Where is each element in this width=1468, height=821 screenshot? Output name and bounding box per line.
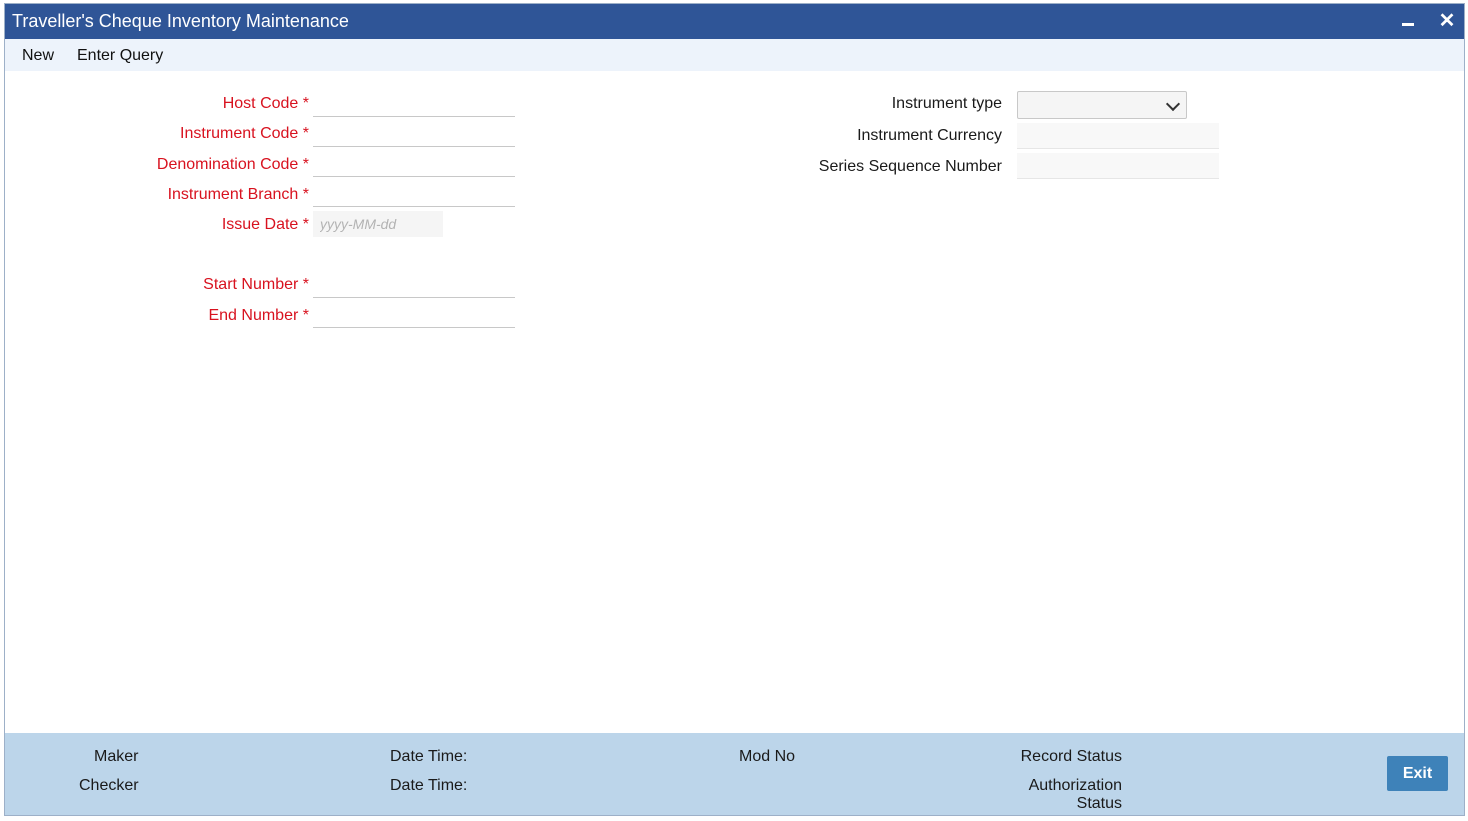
end-number-input[interactable] — [313, 302, 515, 328]
end-number-label: End Number * — [208, 307, 309, 324]
start-number-input[interactable] — [313, 272, 515, 298]
host-code-label: Host Code * — [222, 95, 309, 112]
audit-footer: Maker Checker Date Time: Date Time: Mod … — [5, 733, 1464, 815]
close-icon[interactable]: ✕ — [1436, 9, 1458, 33]
authorization-status-label-line1: Authorization — [1028, 777, 1122, 794]
required-mark: * — [302, 125, 309, 142]
instrument-type-select[interactable] — [1017, 91, 1187, 119]
maker-label: Maker — [94, 748, 139, 765]
start-number-label: Start Number * — [203, 276, 309, 293]
minimize-icon[interactable] — [1397, 9, 1419, 33]
required-mark: * — [302, 276, 309, 293]
toolbar: New Enter Query — [5, 39, 1464, 71]
instrument-type-label: Instrument type — [891, 95, 1002, 112]
authorization-status-label-line2: Status — [1076, 795, 1122, 812]
required-mark: * — [302, 186, 309, 203]
required-mark: * — [302, 95, 309, 112]
denomination-code-input[interactable] — [313, 151, 515, 177]
maker-date-time-label: Date Time: — [390, 748, 468, 765]
maintenance-window: Traveller's Cheque Inventory Maintenance… — [4, 3, 1465, 816]
checker-label: Checker — [79, 777, 139, 794]
instrument-code-label: Instrument Code * — [180, 125, 309, 142]
mod-no-label: Mod No — [739, 748, 796, 765]
new-button[interactable]: New — [22, 47, 54, 65]
issue-date-input[interactable] — [313, 211, 443, 237]
required-mark: * — [302, 307, 309, 324]
required-mark: * — [302, 216, 309, 233]
host-code-input[interactable] — [313, 91, 515, 117]
instrument-currency-label: Instrument Currency — [857, 127, 1002, 144]
series-sequence-number-input[interactable] — [1017, 153, 1219, 179]
exit-button[interactable]: Exit — [1387, 756, 1448, 791]
instrument-code-input[interactable] — [313, 121, 515, 147]
instrument-branch-label: Instrument Branch * — [167, 186, 309, 203]
required-mark: * — [302, 156, 309, 173]
record-status-label: Record Status — [1020, 748, 1122, 765]
issue-date-label: Issue Date * — [221, 216, 309, 233]
chevron-down-icon — [1165, 96, 1181, 112]
denomination-code-label: Denomination Code * — [156, 156, 309, 173]
instrument-branch-input[interactable] — [313, 181, 515, 207]
checker-date-time-label: Date Time: — [390, 777, 468, 794]
instrument-currency-input[interactable] — [1017, 123, 1219, 149]
enter-query-button[interactable]: Enter Query — [77, 47, 163, 65]
series-sequence-number-label: Series Sequence Number — [818, 158, 1002, 175]
window-title: Traveller's Cheque Inventory Maintenance — [12, 11, 349, 31]
title-bar: Traveller's Cheque Inventory Maintenance… — [5, 4, 1464, 39]
